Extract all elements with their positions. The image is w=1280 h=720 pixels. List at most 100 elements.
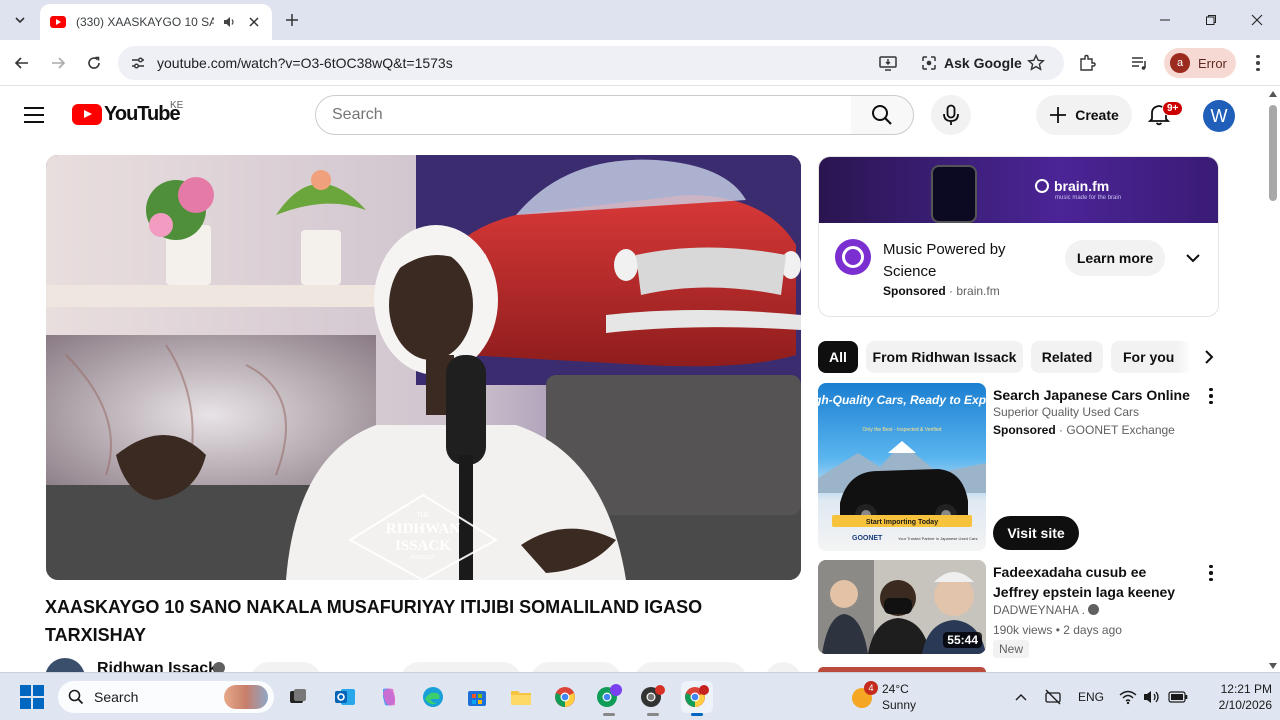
- verified-check-icon: [1088, 604, 1100, 615]
- weather-condition: Sunny: [882, 698, 917, 712]
- chip-related[interactable]: Related: [1031, 341, 1103, 373]
- task-view-icon[interactable]: [282, 681, 314, 713]
- file-explorer-icon[interactable]: [505, 681, 537, 713]
- battery-icon[interactable]: [1168, 687, 1188, 707]
- new-tab-plus-icon[interactable]: [282, 10, 302, 30]
- outlook-app-icon[interactable]: [329, 681, 361, 713]
- search-button[interactable]: [851, 95, 914, 135]
- forward-arrow-icon[interactable]: [46, 51, 70, 75]
- bookmark-star-icon[interactable]: [1026, 53, 1046, 73]
- rec-sponsor-line: Sponsored · GOONET Exchange: [993, 423, 1175, 437]
- more-options-icon[interactable]: [1206, 564, 1216, 582]
- close-window-icon[interactable]: [1234, 0, 1280, 40]
- reload-icon[interactable]: [82, 51, 106, 75]
- rec-sponsored-label: Sponsored: [993, 423, 1056, 437]
- search-input[interactable]: [332, 106, 851, 124]
- microsoft-store-icon[interactable]: [461, 681, 493, 713]
- learn-more-button[interactable]: Learn more: [1065, 240, 1165, 276]
- more-options-icon[interactable]: [1206, 387, 1216, 405]
- youtube-favicon-icon: [50, 16, 66, 28]
- chrome-icon[interactable]: [549, 681, 581, 713]
- share-button[interactable]: [531, 662, 621, 672]
- scroll-up-arrow-icon[interactable]: [1269, 91, 1277, 97]
- channel-avatar[interactable]: [45, 658, 85, 672]
- browser-menu-icon[interactable]: [1248, 52, 1268, 74]
- channel-name[interactable]: Ridhwan Issack: [97, 660, 217, 672]
- copilot-app-icon[interactable]: [373, 681, 405, 713]
- page-scrollbar[interactable]: [1266, 87, 1280, 672]
- volume-icon[interactable]: [1142, 687, 1162, 707]
- active-indicator: [691, 713, 703, 716]
- visit-site-button[interactable]: Visit site: [993, 516, 1079, 550]
- chrome-profile-dark-icon[interactable]: [637, 681, 669, 716]
- svg-text:High-Quality Cars, Ready to Ex: High-Quality Cars, Ready to Export: [818, 393, 986, 407]
- network-disconnected-icon[interactable]: [1043, 687, 1063, 707]
- chevron-right-icon: [1205, 350, 1214, 364]
- chips-next-button[interactable]: [1176, 341, 1216, 373]
- more-actions-button[interactable]: [765, 662, 801, 672]
- rec-title[interactable]: Search Japanese Cars Online: [993, 385, 1191, 405]
- advertiser-logo-icon[interactable]: [835, 239, 871, 275]
- chevron-down-icon[interactable]: [1183, 248, 1203, 268]
- recommended-video-item[interactable]: 55:44 Fadeexadaha cusub ee Jeffrey epste…: [818, 560, 1220, 658]
- url-text[interactable]: youtube.com/watch?v=O3-6tOC38wQ&t=1573s: [157, 55, 453, 71]
- rec-title[interactable]: Fadeexadaha cusub ee Jeffrey epstein lag…: [993, 562, 1191, 602]
- taskbar-clock[interactable]: 12:21 PM 2/10/2026: [1196, 681, 1272, 713]
- ad-banner[interactable]: brain.fm music made for the brain: [819, 157, 1218, 223]
- rec-meta: 190k views • 2 days ago: [993, 623, 1122, 637]
- language-indicator[interactable]: ENG: [1078, 687, 1104, 707]
- edge-browser-icon[interactable]: [417, 681, 449, 713]
- account-avatar[interactable]: W: [1203, 100, 1235, 132]
- overlay-logo-line2: RIDHWAN: [386, 521, 460, 537]
- subscribe-button[interactable]: [251, 662, 321, 672]
- show-hidden-icons-chevron-icon[interactable]: [1011, 687, 1031, 707]
- install-app-icon[interactable]: [878, 53, 898, 73]
- taskbar-search[interactable]: Search: [58, 681, 274, 713]
- chip-from-channel[interactable]: From Ridhwan Issack: [866, 341, 1023, 373]
- overlay-logo-line1: THE: [416, 511, 430, 519]
- extensions-puzzle-icon[interactable]: [1076, 52, 1098, 74]
- download-button[interactable]: [635, 662, 747, 672]
- windows-start-icon[interactable]: [20, 685, 44, 709]
- restore-icon[interactable]: [1188, 0, 1234, 40]
- ask-google-label: Ask Google: [944, 55, 1022, 71]
- chip-all[interactable]: All: [818, 341, 858, 373]
- weather-badge: 4: [864, 681, 878, 695]
- voice-search-button[interactable]: [931, 95, 971, 135]
- youtube-logo[interactable]: YouTube: [72, 103, 181, 126]
- minimize-icon[interactable]: [1142, 0, 1188, 40]
- verified-check-icon: [213, 662, 225, 672]
- rec-channel-name[interactable]: DADWEYNAHA .: [993, 603, 1085, 617]
- ad-title[interactable]: Music Powered by Science: [883, 239, 1053, 283]
- search-highlight-image: [224, 685, 268, 709]
- profile-error-chip[interactable]: a Error: [1164, 48, 1236, 78]
- sponsored-ad-card[interactable]: brain.fm music made for the brain Music …: [818, 156, 1219, 317]
- media-controls-icon[interactable]: [1128, 52, 1150, 74]
- speaker-icon[interactable]: [222, 15, 236, 29]
- chrome-profile-a-icon[interactable]: [593, 681, 625, 716]
- recommended-ad-item[interactable]: High-Quality Cars, Ready to Export Only …: [818, 383, 1220, 553]
- ad-meta: Sponsored · brain.fm: [883, 284, 1000, 298]
- video-thumbnail[interactable]: 55:44: [818, 560, 986, 654]
- create-button[interactable]: Create: [1036, 95, 1132, 135]
- browser-tab-youtube[interactable]: (330) XAASKAYGO 10 SANO: [40, 4, 272, 40]
- tab-search-chevron-icon[interactable]: [8, 8, 32, 32]
- new-badge: New: [993, 640, 1030, 658]
- chrome-active-window-icon[interactable]: [681, 681, 713, 716]
- windows-taskbar: Search 4 24°C Sunny ENG 12:21 PM 2/10/20…: [0, 672, 1280, 720]
- weather-widget[interactable]: 4 24°C Sunny: [852, 681, 942, 713]
- like-dislike-button[interactable]: [401, 662, 521, 672]
- scroll-down-arrow-icon[interactable]: [1269, 663, 1277, 669]
- address-bar[interactable]: youtube.com/watch?v=O3-6tOC38wQ&t=1573s …: [118, 46, 1064, 80]
- scrollbar-thumb[interactable]: [1269, 105, 1277, 201]
- video-player[interactable]: THE RIDHWAN ISSACK PODCAST: [46, 155, 801, 580]
- close-tab-icon[interactable]: [246, 14, 262, 30]
- back-arrow-icon[interactable]: [10, 51, 34, 75]
- ad-thumb-brand: GOONET: [852, 535, 883, 542]
- ad-thumbnail[interactable]: High-Quality Cars, Ready to Export Only …: [818, 383, 986, 551]
- wifi-icon[interactable]: [1118, 687, 1138, 707]
- guide-menu-icon[interactable]: [24, 103, 48, 127]
- ask-google-button[interactable]: Ask Google: [914, 50, 1028, 76]
- running-indicator: [603, 713, 615, 716]
- site-info-tune-icon[interactable]: [128, 53, 148, 73]
